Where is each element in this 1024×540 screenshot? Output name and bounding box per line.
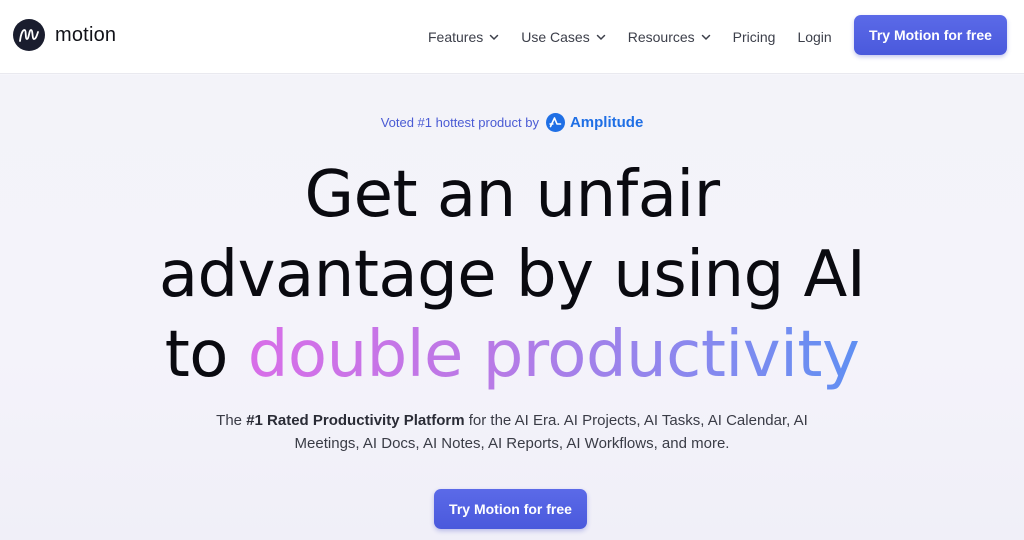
subtitle-bold: #1 Rated Productivity Platform xyxy=(246,412,465,429)
nav-item-label: Use Cases xyxy=(521,29,590,45)
nav-item-login[interactable]: Login xyxy=(797,29,831,45)
amplitude-brand: Amplitude xyxy=(569,114,644,131)
motion-logo[interactable]: motion xyxy=(13,19,116,51)
nav-item-label: Pricing xyxy=(732,29,776,45)
chevron-down-icon xyxy=(596,34,605,41)
hero-section: Voted #1 hottest product by Amplitude Ge… xyxy=(0,75,1024,540)
try-motion-hero-button[interactable]: Try Motion for free xyxy=(434,489,587,529)
nav-item-pricing[interactable]: Pricing xyxy=(733,29,776,45)
amplitude-logo-icon xyxy=(545,113,565,132)
hero-subtitle: The #1 Rated Productivity Platform for t… xyxy=(212,409,812,455)
headline-line-1: Get an unfair xyxy=(304,158,721,232)
nav-item-label: Features xyxy=(428,29,484,45)
logo-text: motion xyxy=(55,23,117,46)
chevron-down-icon xyxy=(490,34,499,41)
headline-line-3-prefix: to xyxy=(164,318,248,392)
nav-item-label: Resources xyxy=(627,29,695,45)
headline-line-2: advantage by using AI xyxy=(158,238,866,312)
chevron-down-icon xyxy=(701,34,710,41)
voted-badge: Voted #1 hottest product by Amplitude xyxy=(0,113,1024,132)
nav-item-features[interactable]: Features xyxy=(428,29,499,45)
nav-item-label: Login xyxy=(797,29,832,45)
voted-text: Voted #1 hottest product by xyxy=(380,115,539,130)
nav-item-use-cases[interactable]: Use Cases xyxy=(521,29,605,45)
try-motion-nav-button[interactable]: Try Motion for free xyxy=(854,15,1007,55)
nav-links: Features Use Cases Resources Pricing Log… xyxy=(428,0,854,74)
hero-headline: Get an unfair advantage by using AI to d… xyxy=(0,155,1024,395)
headline-highlight: double productivity xyxy=(247,318,860,392)
subtitle-prefix: The xyxy=(216,412,247,429)
nav-item-resources[interactable]: Resources xyxy=(628,29,711,45)
top-navbar: motion Features Use Cases Resources Pric… xyxy=(0,0,1024,74)
motion-logo-icon xyxy=(13,19,45,51)
